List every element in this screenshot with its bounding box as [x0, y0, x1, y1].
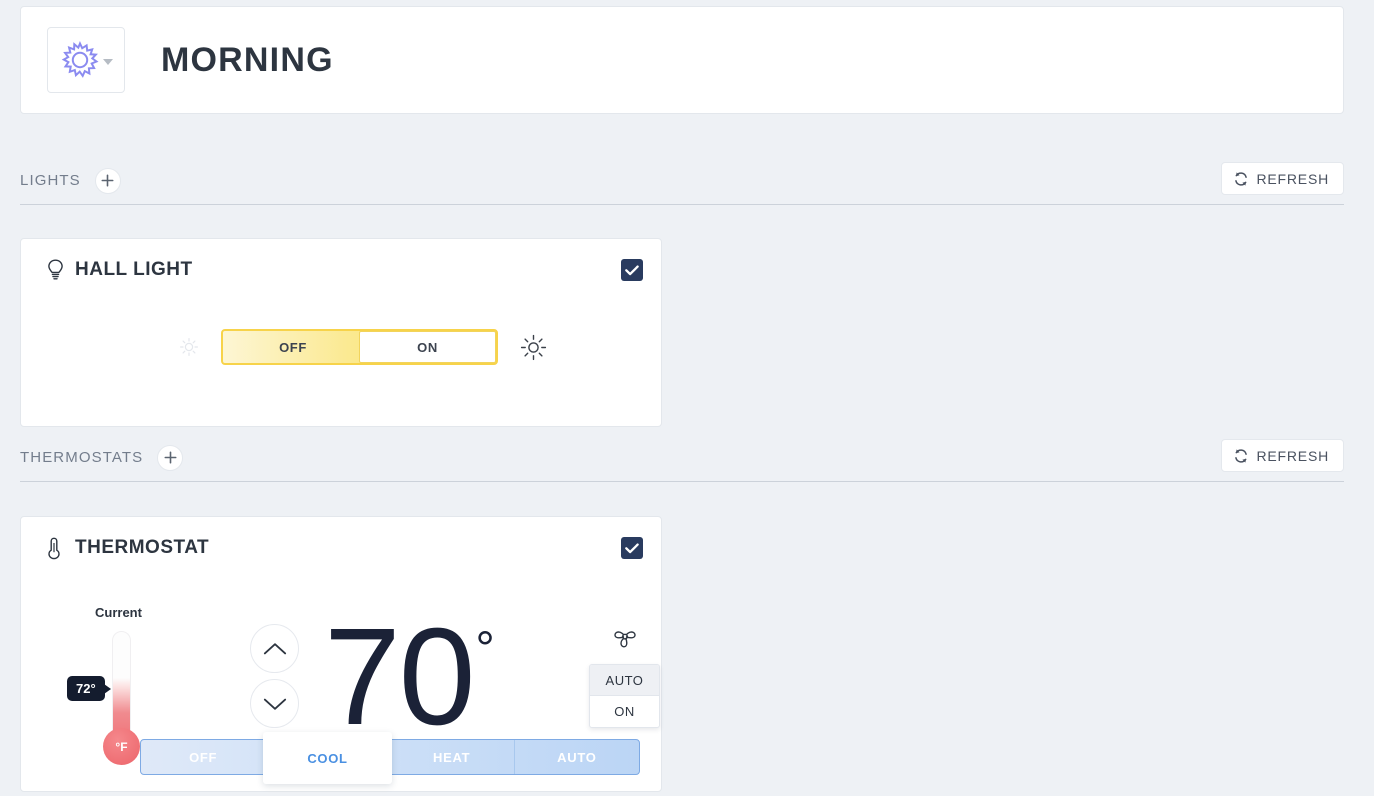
- plus-icon: [101, 174, 114, 187]
- target-temperature-display: 70 °: [324, 600, 495, 754]
- lightbulb-icon: [47, 259, 75, 281]
- chevron-up-icon: [263, 642, 286, 654]
- lights-section-header: LIGHTS REFRESH: [20, 157, 1344, 205]
- scene-header: MORNING: [20, 6, 1344, 114]
- fan-control: AUTO ON: [589, 623, 660, 728]
- chevron-down-icon: [102, 58, 113, 65]
- fan-mode-option-auto[interactable]: AUTO: [590, 665, 659, 696]
- temperature-increase-button[interactable]: [250, 624, 299, 673]
- section-label-lights: LIGHTS: [20, 172, 81, 189]
- mode-segment-off[interactable]: OFF: [141, 740, 265, 774]
- thermostat-card-body: Current °F 72° 70 ° AUTO ON OFF HEAT AUT…: [21, 579, 661, 791]
- light-card-header: HALL LIGHT: [21, 239, 661, 301]
- target-temperature-value: 70: [324, 600, 475, 754]
- light-brightness-row: OFF ON: [179, 329, 547, 365]
- refresh-icon: [1234, 448, 1247, 463]
- light-slider-thumb[interactable]: ON: [359, 331, 496, 363]
- page-title: MORNING: [161, 40, 334, 79]
- light-card-title: HALL LIGHT: [75, 259, 193, 280]
- refresh-lights-button[interactable]: REFRESH: [1220, 162, 1344, 195]
- light-card-body: OFF ON: [21, 301, 661, 426]
- sun-bright-icon: [520, 334, 547, 361]
- thermostat-enabled-checkbox[interactable]: [621, 537, 643, 559]
- fan-icon: [611, 623, 639, 656]
- light-slider-off-label: OFF: [279, 339, 307, 355]
- check-icon: [625, 264, 639, 275]
- current-temp-label: Current: [95, 605, 142, 620]
- mode-segment-auto[interactable]: AUTO: [513, 740, 639, 774]
- target-temperature-degree: °: [475, 623, 495, 676]
- refresh-label: REFRESH: [1256, 170, 1329, 187]
- add-light-button[interactable]: [94, 167, 121, 194]
- add-thermostat-button[interactable]: [157, 444, 184, 471]
- current-temperature-gauge: °F: [103, 631, 140, 765]
- light-brightness-slider[interactable]: OFF ON: [221, 329, 498, 365]
- chevron-down-icon: [263, 698, 286, 710]
- smart-home-dashboard: MORNING LIGHTS REFRESH HALL LIGHT OFF ON…: [0, 0, 1374, 796]
- fan-mode-option-on[interactable]: ON: [590, 696, 659, 727]
- fan-mode-menu: AUTO ON: [589, 664, 660, 728]
- thermostat-card-header: THERMOSTAT: [21, 517, 661, 579]
- light-card-hall-light: HALL LIGHT OFF ON: [20, 238, 662, 427]
- refresh-icon: [1234, 171, 1247, 186]
- thermostat-card: THERMOSTAT Current °F 72° 70 ° AUTO ON O…: [20, 516, 662, 792]
- thermometer-stem: [112, 631, 131, 741]
- sun-dim-icon: [179, 337, 199, 357]
- refresh-thermostats-button[interactable]: REFRESH: [1220, 439, 1344, 472]
- sun-icon: [61, 41, 99, 78]
- light-enabled-checkbox[interactable]: [621, 259, 643, 281]
- thermometer-icon: [47, 537, 75, 560]
- section-label-thermostats: THERMOSTATS: [20, 449, 144, 466]
- thermostats-section-header: THERMOSTATS REFRESH: [20, 434, 1344, 482]
- temperature-stepper: [250, 624, 299, 728]
- mode-selected-thumb[interactable]: COOL: [263, 732, 392, 784]
- plus-icon: [164, 451, 177, 464]
- temperature-decrease-button[interactable]: [250, 679, 299, 728]
- thermostat-mode-selector[interactable]: OFF COOL HEAT AUTO COOL: [140, 732, 640, 784]
- temperature-unit-label: °F: [115, 739, 128, 754]
- current-temp-tooltip: 72°: [67, 676, 111, 701]
- mode-segment-heat[interactable]: HEAT: [390, 740, 514, 774]
- check-icon: [625, 542, 639, 553]
- thermometer-bulb: °F: [103, 728, 140, 765]
- scene-icon-selector[interactable]: [47, 27, 125, 93]
- refresh-label: REFRESH: [1256, 447, 1329, 464]
- thermostat-card-title: THERMOSTAT: [75, 537, 210, 558]
